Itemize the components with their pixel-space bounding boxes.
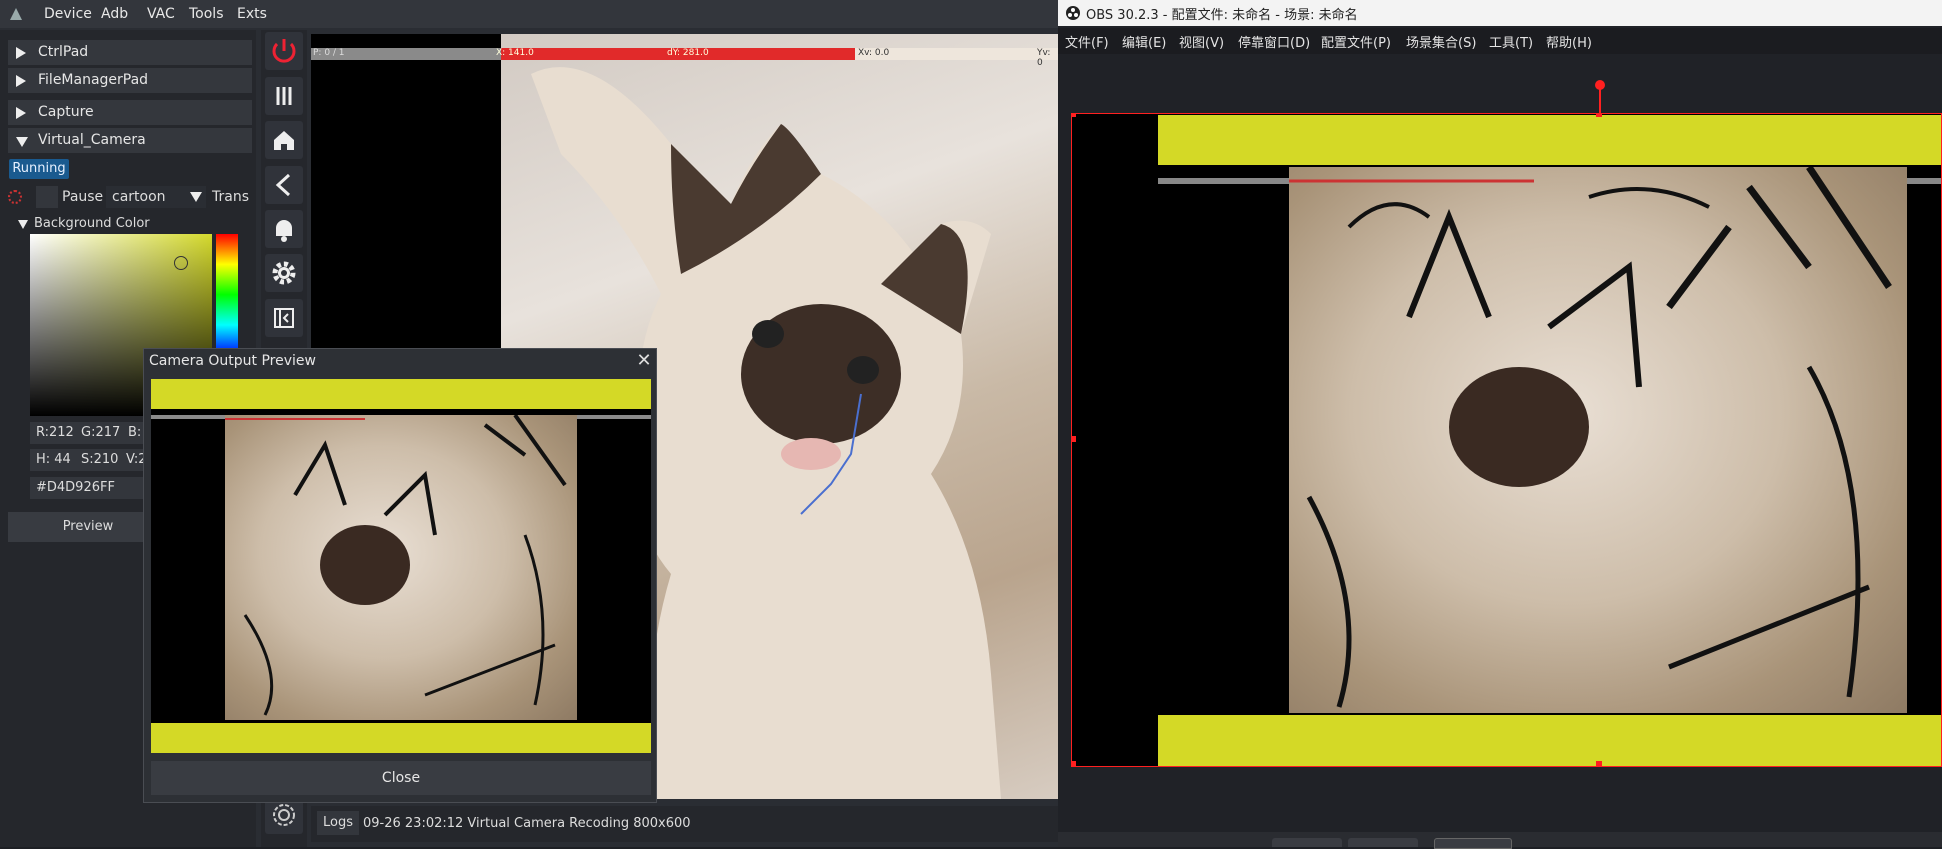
bell-icon xyxy=(276,220,292,242)
menu-adb[interactable]: Adb xyxy=(101,0,128,28)
section-label: Virtual_Camera xyxy=(38,132,146,148)
collapse-panel-button[interactable] xyxy=(265,299,303,337)
dialog-title: Camera Output Preview xyxy=(149,353,316,369)
obs-menu-profile[interactable]: 配置文件(P) xyxy=(1321,32,1391,51)
menu-vac[interactable]: VAC xyxy=(147,0,175,28)
section-label: CtrlPad xyxy=(38,44,89,60)
r-field[interactable]: R:212 xyxy=(30,422,80,444)
cartoon-lines xyxy=(225,415,567,716)
obs-preview-canvas[interactable] xyxy=(1071,113,1942,767)
g-field[interactable]: G:217 xyxy=(75,422,125,444)
expand-arrow-icon xyxy=(16,75,26,87)
resize-handle-bm[interactable] xyxy=(1596,761,1602,767)
logs-bar: Logs 09-26 23:02:12 Virtual Camera Recod… xyxy=(311,806,1058,842)
obs-menu-view[interactable]: 视图(V) xyxy=(1179,32,1224,51)
notification-button[interactable] xyxy=(265,210,303,248)
bg-color-header[interactable]: Background Color xyxy=(14,216,254,234)
dock-tab[interactable] xyxy=(1434,838,1512,849)
stat-p: P: 0 / 1 xyxy=(313,48,345,58)
app-logo-icon xyxy=(10,8,22,20)
obs-titlebar: OBS 30.2.3 - 配置文件: 未命名 - 场景: 未命名 xyxy=(1058,0,1942,26)
chevron-down-icon xyxy=(190,192,202,202)
menu-bar: Device Adb VAC Tools Exts xyxy=(0,0,1058,28)
source-selection-box xyxy=(1071,113,1942,767)
home-button[interactable] xyxy=(265,121,303,159)
section-label: Capture xyxy=(38,104,94,120)
menu-bars-icon xyxy=(276,87,292,105)
yellow-bar-bottom xyxy=(151,723,651,753)
resize-handle-bl[interactable] xyxy=(1071,761,1076,767)
obs-window-title: OBS 30.2.3 - 配置文件: 未命名 - 场景: 未命名 xyxy=(1086,8,1358,23)
virtual-camera-controls: Pause cartoon Trans xyxy=(0,186,256,208)
resize-handle-tl[interactable] xyxy=(1071,113,1076,117)
section-virtual-camera[interactable]: Virtual_Camera xyxy=(8,128,252,153)
sidebar-collapse-icon xyxy=(274,308,294,328)
dock-tab[interactable] xyxy=(1348,838,1418,847)
power-button[interactable] xyxy=(265,32,303,70)
expand-arrow-icon xyxy=(16,47,26,59)
obs-menu-tools[interactable]: 工具(T) xyxy=(1489,32,1533,51)
dock-tab[interactable] xyxy=(1272,838,1342,847)
log-message: 09-26 23:02:12 Virtual Camera Recoding 8… xyxy=(363,816,691,831)
stat-yv: Yv: 0 xyxy=(1037,48,1051,68)
stat-xv: Xv: 0.0 xyxy=(858,48,890,58)
section-capture[interactable]: Capture xyxy=(8,100,252,125)
h-field[interactable]: H: 44 xyxy=(30,449,75,471)
obs-menu-help[interactable]: 帮助(H) xyxy=(1546,32,1592,51)
camera-preview-frame xyxy=(151,379,651,753)
obs-menu-docks[interactable]: 停靠窗口(D) xyxy=(1238,32,1310,51)
obs-menu-bar: 文件(F) 编辑(E) 视图(V) 停靠窗口(D) 配置文件(P) 场景集合(S… xyxy=(1058,28,1942,54)
hex-field[interactable]: #D4D926FF xyxy=(30,477,150,499)
rotation-line xyxy=(1599,88,1601,113)
recent-apps-button[interactable] xyxy=(265,77,303,115)
resize-handle-ml[interactable] xyxy=(1071,436,1076,442)
collapse-arrow-icon xyxy=(16,137,28,147)
obs-logo-icon xyxy=(1066,6,1080,20)
picker-handle[interactable] xyxy=(174,256,188,270)
power-icon xyxy=(272,39,296,63)
menu-tools[interactable]: Tools xyxy=(189,0,224,28)
menu-device[interactable]: Device xyxy=(44,0,92,28)
obs-menu-file[interactable]: 文件(F) xyxy=(1065,32,1109,51)
obs-dock-area xyxy=(1058,832,1942,849)
back-icon xyxy=(275,173,291,197)
collapse-arrow-icon xyxy=(18,220,28,229)
expand-arrow-icon xyxy=(16,107,26,119)
bg-color-label: Background Color xyxy=(34,216,150,231)
obs-window: OBS 30.2.3 - 配置文件: 未命名 - 场景: 未命名 文件(F) 编… xyxy=(1058,0,1942,849)
logs-button[interactable]: Logs xyxy=(317,811,359,835)
section-filemanagerpad[interactable]: FileManagerPad xyxy=(8,68,252,93)
cartoon-cat-preview xyxy=(225,415,577,720)
pause-checkbox[interactable] xyxy=(36,186,58,208)
pointer-stats-bar: P: 0 / 1 X: 141.0 dY: 281.0 Xv: 0.0 Yv: … xyxy=(311,48,1058,68)
stat-dy: dY: 281.0 xyxy=(667,48,709,58)
close-button[interactable]: Close xyxy=(151,761,651,795)
home-icon xyxy=(274,131,294,150)
back-button[interactable] xyxy=(265,166,303,204)
spinner-icon xyxy=(8,190,22,204)
pause-label: Pause xyxy=(62,189,104,205)
resize-handle-tm[interactable] xyxy=(1596,113,1602,117)
obs-menu-edit[interactable]: 编辑(E) xyxy=(1122,32,1166,51)
trans-label: Trans xyxy=(212,189,249,205)
obs-menu-scene-collection[interactable]: 场景集合(S) xyxy=(1406,32,1476,51)
settings-button[interactable] xyxy=(265,254,303,292)
stat-x: X: 141.0 xyxy=(496,48,534,58)
menu-exts[interactable]: Exts xyxy=(237,0,267,28)
s-field[interactable]: S:210 xyxy=(75,449,120,471)
camera-output-preview-dialog: Camera Output Preview ✕ Close xyxy=(143,348,657,803)
scrcpy-gui-window: Device Adb VAC Tools Exts CtrlPad FileMa… xyxy=(0,0,1058,847)
gear-icon xyxy=(272,261,296,285)
yellow-bar-top xyxy=(151,379,651,409)
close-icon[interactable]: ✕ xyxy=(634,351,654,371)
filter-value: cartoon xyxy=(112,189,166,205)
status-badge: Running xyxy=(9,159,69,179)
section-label: FileManagerPad xyxy=(38,72,149,88)
filter-select[interactable]: cartoon xyxy=(106,186,206,208)
section-ctrlpad[interactable]: CtrlPad xyxy=(8,40,252,65)
